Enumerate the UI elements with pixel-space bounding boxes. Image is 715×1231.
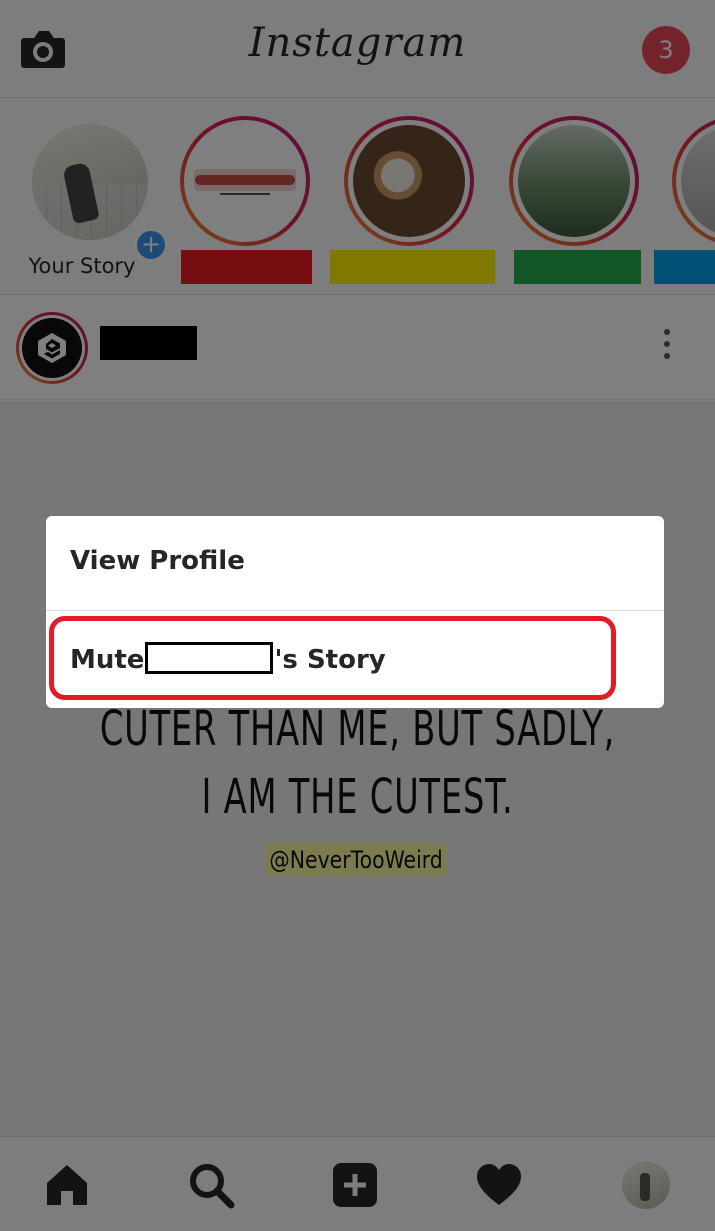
- highlight-annotation: [49, 616, 616, 700]
- view-profile-label: View Profile: [70, 546, 245, 576]
- view-profile-option[interactable]: View Profile: [46, 516, 664, 611]
